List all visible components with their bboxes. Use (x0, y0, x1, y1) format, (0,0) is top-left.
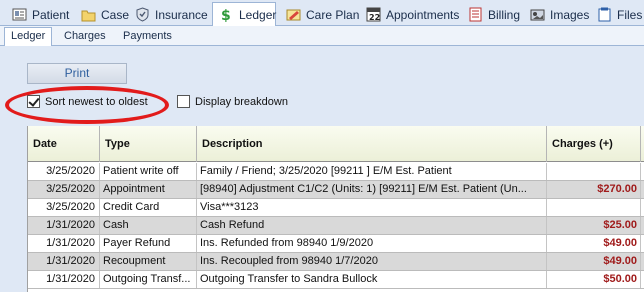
tab-label: Insurance (155, 7, 208, 22)
tab-images[interactable]: Images (524, 3, 589, 26)
table-row[interactable]: 1/31/2020 Payer Refund Ins. Refunded from … (28, 235, 644, 253)
tab-label: Images (550, 7, 590, 22)
tab-label: Appointments (386, 7, 460, 22)
table-row[interactable]: 3/25/2020 Patient write off Family / Frien… (28, 163, 644, 181)
header-type[interactable]: Type (100, 126, 197, 162)
cell-charges: $49.00 (547, 235, 641, 252)
patient-icon (12, 7, 27, 22)
tab-files[interactable]: Files (591, 3, 642, 26)
cell-type: Recoupment (100, 253, 197, 270)
print-button[interactable]: Print (27, 63, 127, 84)
cell-type: Patient write off (100, 163, 197, 180)
files-icon (597, 7, 612, 22)
cell-description: Cash Refund (197, 217, 547, 234)
cell-date: 1/31/2020 (28, 217, 100, 234)
tab-billing[interactable]: Billing (462, 3, 520, 26)
cell-description: Ins. Recoupled from 98940 1/7/2020 (197, 253, 547, 270)
display-breakdown-option[interactable]: Display breakdown (177, 95, 288, 108)
header-charges[interactable]: Charges (+) (547, 126, 641, 162)
table-row[interactable]: 1/31/2020 Cash Cash Refund $25.00 (28, 217, 644, 235)
tab-label: Patient (32, 7, 70, 22)
main-tab-bar: Patient Case Insurance $ Ledger Care Pla… (0, 0, 644, 27)
cell-charges (547, 163, 641, 180)
cell-date: 3/25/2020 (28, 163, 100, 180)
cell-charges (547, 199, 641, 216)
table-header: Date Type Description Charges (+) (28, 126, 644, 162)
ledger-sub-tab-bar: Ledger Charges Payments (0, 26, 644, 47)
cell-charges: $49.00 (547, 253, 641, 270)
subtab-ledger[interactable]: Ledger (4, 27, 53, 47)
tab-label: Care Plan (306, 7, 360, 22)
tab-patient[interactable]: Patient (6, 3, 69, 26)
tab-appointments[interactable]: 22 Appointments (360, 3, 459, 26)
ledger-content: Print Sort newest to oldest Display brea… (0, 46, 644, 292)
table-row[interactable]: 1/31/2020 Recoupment Ins. Recoupled from 9… (28, 253, 644, 271)
sort-newest-label: Sort newest to oldest (45, 95, 148, 108)
cell-date: 3/25/2020 (28, 199, 100, 216)
cell-type: Credit Card (100, 199, 197, 216)
table-row[interactable]: 3/25/2020 Credit Card Visa***3123 (28, 199, 644, 217)
cell-charges: $50.00 (547, 271, 641, 288)
display-breakdown-checkbox[interactable] (177, 95, 190, 108)
tab-care-plan[interactable]: Care Plan (280, 3, 359, 26)
cell-date: 1/31/2020 (28, 271, 100, 288)
cell-date: 3/25/2020 (28, 181, 100, 198)
cell-description: Ins. Refunded from 98940 1/9/2020 (197, 235, 547, 252)
tab-case[interactable]: Case (75, 3, 129, 26)
subtab-payments[interactable]: Payments (117, 28, 178, 46)
billing-icon (468, 7, 483, 22)
tab-ledger[interactable]: $ Ledger (212, 2, 276, 27)
tab-label: Case (101, 7, 130, 22)
cell-date: 1/31/2020 (28, 253, 100, 270)
cell-description: Visa***3123 (197, 199, 547, 216)
cell-type: Appointment (100, 181, 197, 198)
cell-description: Family / Friend; 3/25/2020 [99211 ] E/M … (197, 163, 547, 180)
display-breakdown-label: Display breakdown (195, 95, 288, 108)
money-icon: $ (219, 7, 234, 24)
tab-label: Ledger (239, 7, 277, 22)
folder-icon (81, 7, 96, 22)
table-row[interactable]: 3/25/2020 Appointment [98940] Adjustment C… (28, 181, 644, 199)
header-date[interactable]: Date (28, 126, 100, 162)
sort-newest-option[interactable]: Sort newest to oldest (27, 95, 148, 108)
subtab-charges[interactable]: Charges (58, 28, 112, 46)
tab-label: Files (617, 7, 643, 22)
ledger-table: Date Type Description Charges (+) 3/25/2… (27, 126, 644, 292)
cell-type: Cash (100, 217, 197, 234)
tab-label: Billing (488, 7, 521, 22)
calendar-icon: 22 (366, 7, 381, 22)
cell-charges: $270.00 (547, 181, 641, 198)
sort-newest-checkbox[interactable] (27, 95, 40, 108)
cell-description: Outgoing Transfer to Sandra Bullock (197, 271, 547, 288)
svg-text:$: $ (221, 8, 231, 22)
svg-text:22: 22 (369, 13, 380, 22)
tab-insurance[interactable]: Insurance (129, 3, 208, 26)
cell-type: Outgoing Transf... (100, 271, 197, 288)
cell-charges: $25.00 (547, 217, 641, 234)
cell-date: 1/31/2020 (28, 235, 100, 252)
header-description[interactable]: Description (197, 126, 547, 162)
cell-type: Payer Refund (100, 235, 197, 252)
shield-icon (135, 7, 150, 22)
table-row[interactable]: 1/31/2020 Outgoing Transf... Outgoing Tran… (28, 271, 644, 289)
cell-description: [98940] Adjustment C1/C2 (Units: 1) [992… (197, 181, 547, 198)
images-icon (530, 7, 545, 22)
care-plan-icon (286, 7, 301, 22)
